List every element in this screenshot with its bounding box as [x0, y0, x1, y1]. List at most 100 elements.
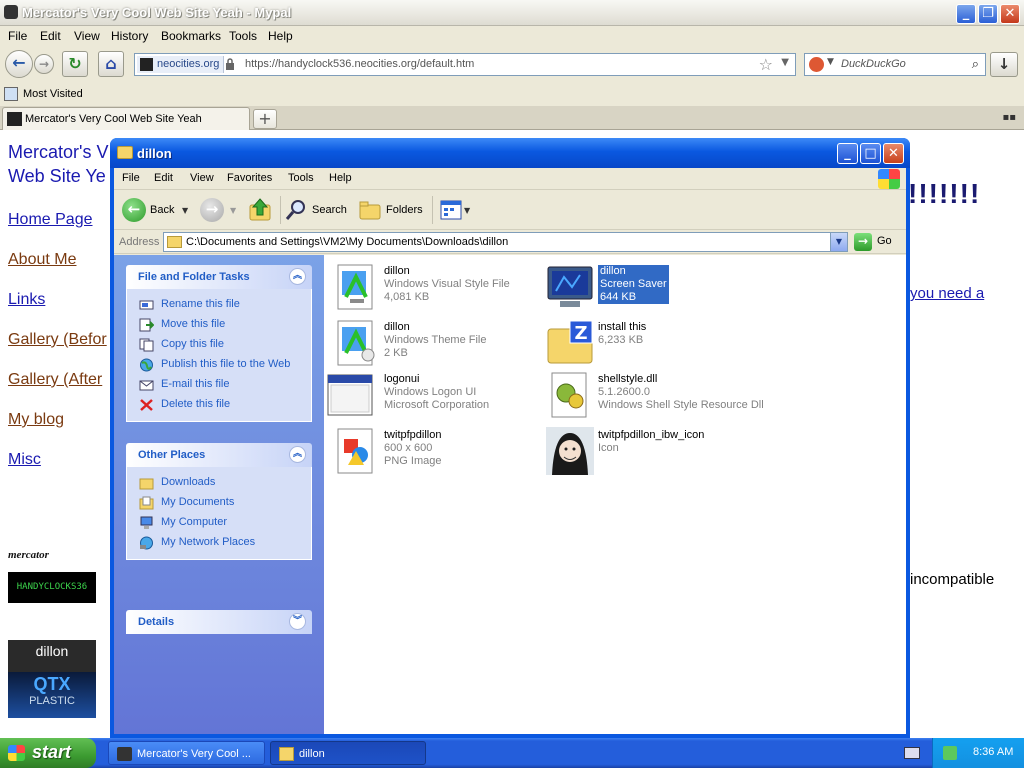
search-input[interactable]: DuckDuckGo [841, 58, 906, 70]
url-bar[interactable]: neocities.org https://handyclock536.neoc… [134, 53, 796, 76]
views-icon[interactable] [440, 200, 462, 220]
explorer-close-button[interactable]: ✕ [883, 143, 904, 164]
ex-menu-help[interactable]: Help [329, 172, 352, 184]
taskbar-item-browser[interactable]: Mercator's Very Cool ... [108, 741, 265, 765]
qtx-plastic-badge[interactable]: QTX PLASTIC [8, 672, 96, 718]
ex-menu-tools[interactable]: Tools [288, 172, 314, 184]
handyclocks-badge[interactable]: HANDYCLOCKS36 [8, 572, 96, 603]
address-dropdown-icon[interactable]: ▼ [830, 233, 847, 251]
expand-chevron-icon[interactable]: ︾ [289, 613, 306, 630]
keyboard-icon[interactable] [904, 747, 920, 759]
file-item[interactable]: twitpfpdillon_ibw_icon Icon [546, 427, 756, 479]
right-side-link[interactable]: you need a [910, 285, 984, 302]
nav-gallery-after[interactable]: Gallery (After [8, 371, 102, 389]
place-my-network[interactable]: My Network Places [127, 533, 311, 553]
duckduckgo-icon[interactable] [809, 57, 824, 72]
nav-misc[interactable]: Misc [8, 451, 41, 469]
ex-menu-edit[interactable]: Edit [154, 172, 173, 184]
menu-history[interactable]: History [111, 29, 148, 43]
task-email[interactable]: E-mail this file [127, 375, 311, 395]
folders-icon[interactable] [358, 198, 382, 222]
clock[interactable]: 8:36 AM [973, 746, 1013, 758]
menu-file[interactable]: File [8, 29, 27, 43]
views-dropdown-icon[interactable]: ▼ [464, 206, 470, 215]
menu-edit[interactable]: Edit [40, 29, 61, 43]
place-my-computer[interactable]: My Computer [127, 513, 311, 533]
url-text[interactable]: https://handyclock536.neocities.org/defa… [245, 58, 474, 70]
up-folder-icon[interactable] [248, 197, 274, 223]
panel-header[interactable]: Details ︾ [126, 610, 312, 634]
start-button[interactable]: start [0, 738, 96, 768]
explorer-minimize-button[interactable]: _ [837, 143, 858, 164]
collapse-chevron-icon[interactable]: ︽ [289, 268, 306, 285]
nav-about-me[interactable]: About Me [8, 251, 76, 269]
nav-gallery-before[interactable]: Gallery (Befor [8, 331, 107, 349]
go-label[interactable]: Go [877, 235, 892, 247]
panel-header[interactable]: Other Places ︽ [126, 443, 312, 467]
collapse-chevron-icon[interactable]: ︽ [289, 446, 306, 463]
go-button[interactable]: → Go [854, 233, 902, 251]
site-identity[interactable]: neocities.org [137, 56, 225, 73]
browser-close-button[interactable]: ✕ [1000, 4, 1020, 24]
back-arrow-icon[interactable]: ← [122, 198, 146, 222]
ex-menu-file[interactable]: File [122, 172, 140, 184]
task-publish-web[interactable]: Publish this file to the Web [127, 355, 311, 375]
ex-menu-favorites[interactable]: Favorites [227, 172, 272, 184]
back-button[interactable]: Back [150, 198, 174, 222]
tab-mercator[interactable]: Mercator's Very Cool Web Site Yeah [2, 107, 250, 130]
go-arrow-icon[interactable]: → [854, 233, 872, 251]
menu-bookmarks[interactable]: Bookmarks [161, 29, 221, 43]
home-icon[interactable]: ⌂ [98, 51, 124, 77]
place-my-documents[interactable]: My Documents [127, 493, 311, 513]
address-path[interactable]: C:\Documents and Settings\VM2\My Documen… [186, 236, 508, 248]
folder-icon [117, 146, 133, 159]
nav-my-blog[interactable]: My blog [8, 411, 64, 429]
menu-view[interactable]: View [74, 29, 100, 43]
file-item[interactable]: Z install this 6,233 KB [546, 319, 756, 371]
place-downloads[interactable]: Downloads [127, 473, 311, 493]
back-arrow-icon[interactable]: ← [5, 50, 33, 78]
search-engine-dropdown-icon[interactable]: ▼ [827, 57, 834, 67]
network-tray-icon[interactable] [943, 746, 957, 760]
tab-list-icon[interactable]: ▪▪ [1002, 112, 1016, 123]
file-item[interactable]: logonui Windows Logon UI Microsoft Corpo… [326, 371, 536, 423]
back-dropdown-icon[interactable]: ▼ [182, 206, 188, 215]
mercator-badge[interactable]: mercator [8, 547, 96, 567]
forward-arrow-icon[interactable]: → [200, 198, 224, 222]
task-rename[interactable]: Rename this file [127, 295, 311, 315]
bookmark-star-icon[interactable]: ☆ [759, 55, 773, 74]
search-bar[interactable]: ▼ DuckDuckGo ⌕ [804, 53, 986, 76]
menu-tools[interactable]: Tools [229, 29, 257, 43]
taskbar-item-explorer[interactable]: dillon [270, 741, 426, 765]
search-icon[interactable]: ⌕ [972, 57, 979, 72]
ex-menu-view[interactable]: View [190, 172, 214, 184]
bookmark-most-visited[interactable]: Most Visited [23, 88, 83, 100]
browser-restore-button[interactable]: ❐ [978, 4, 998, 24]
search-button[interactable]: Search [312, 198, 347, 222]
file-item[interactable]: dillon Windows Visual Style File 4,081 K… [332, 263, 542, 315]
menu-help[interactable]: Help [268, 29, 293, 43]
task-copy[interactable]: Copy this file [127, 335, 311, 355]
explorer-title-bar[interactable]: dillon _ □ ✕ [110, 138, 910, 168]
browser-minimize-button[interactable]: _ [956, 4, 976, 24]
folders-button[interactable]: Folders [386, 198, 423, 222]
file-item[interactable]: shellstyle.dll 5.1.2600.0 Windows Shell … [546, 371, 764, 423]
new-tab-button[interactable]: + [253, 109, 277, 129]
forward-arrow-icon[interactable]: → [34, 54, 54, 74]
explorer-maximize-button[interactable]: □ [860, 143, 881, 164]
reload-icon[interactable]: ↻ [62, 51, 88, 77]
file-item[interactable]: twitpfpdillon 600 x 600 PNG Image [332, 427, 542, 479]
url-dropdown-icon[interactable]: ▼ [781, 57, 789, 68]
panel-header[interactable]: File and Folder Tasks ︽ [126, 265, 312, 289]
nav-home-page[interactable]: Home Page [8, 211, 93, 229]
file-item[interactable]: dillon Windows Theme File 2 KB [332, 319, 542, 371]
search-icon[interactable] [284, 198, 308, 222]
nav-links[interactable]: Links [8, 291, 45, 309]
file-item-selected[interactable]: dillon Screen Saver 644 KB [546, 263, 756, 315]
download-arrow-icon[interactable]: ↓ [990, 52, 1018, 77]
address-input[interactable]: C:\Documents and Settings\VM2\My Documen… [163, 232, 848, 252]
forward-dropdown-icon[interactable]: ▼ [230, 206, 236, 215]
task-delete[interactable]: Delete this file [127, 395, 311, 415]
task-move[interactable]: Move this file [127, 315, 311, 335]
dillon-badge[interactable]: dillon [8, 640, 96, 672]
